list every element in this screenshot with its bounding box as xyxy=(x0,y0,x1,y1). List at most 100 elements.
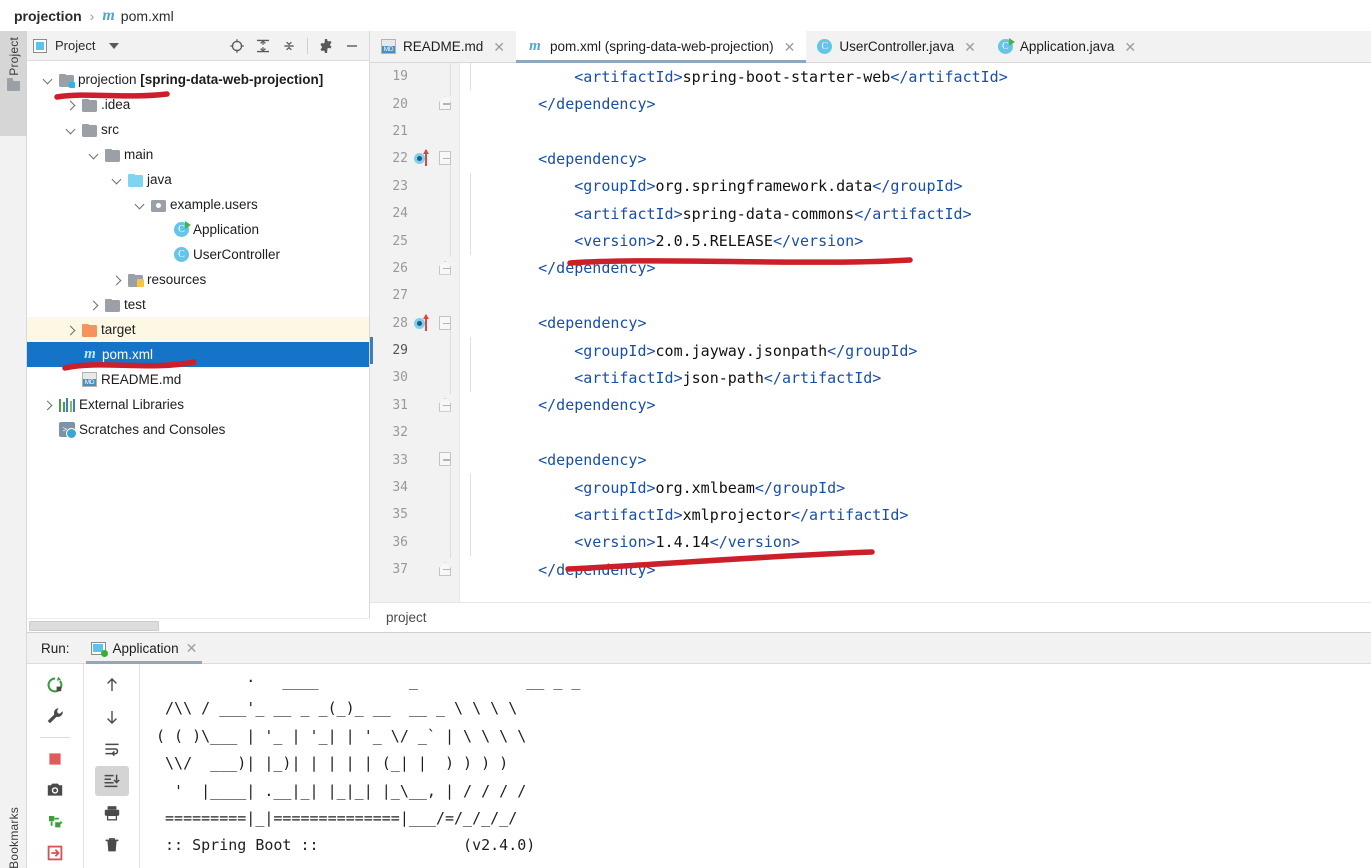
maven-update-available-icon[interactable] xyxy=(414,313,434,332)
console-output[interactable]: · ____ _ __ _ _ /\\ / ___'_ __ _ _(_)_ _… xyxy=(139,664,1371,868)
editor-tab-usercontroller-java[interactable]: C UserController.java ✕ xyxy=(806,31,987,62)
camera-snapshot-icon[interactable] xyxy=(38,775,72,805)
tree-twisty-right[interactable] xyxy=(110,273,124,287)
settings-gear-icon[interactable] xyxy=(315,35,337,57)
code-fold-down-icon[interactable] xyxy=(439,452,451,467)
breadcrumb-project[interactable]: projection xyxy=(14,8,82,24)
indent-guide xyxy=(470,199,471,228)
tree-item-scratches-and-consoles[interactable]: >_ Scratches and Consoles xyxy=(27,417,369,442)
close-icon[interactable]: ✕ xyxy=(964,40,976,54)
xml-tag: </dependency> xyxy=(538,95,656,114)
editor-breadcrumb[interactable]: project xyxy=(370,602,1371,632)
run-toolbar-left-column xyxy=(27,664,83,868)
tree-twisty-right[interactable] xyxy=(41,398,55,412)
fold-marker-shape xyxy=(439,151,451,166)
tree-item-pom-xml[interactable]: m pom.xml xyxy=(27,342,369,367)
tree-item-java[interactable]: java xyxy=(27,167,369,192)
code-fold-up-icon[interactable] xyxy=(439,397,451,413)
indent-guide xyxy=(470,473,471,502)
tree-twisty-right[interactable] xyxy=(64,323,78,337)
xml-tag: </groupId> xyxy=(827,341,918,360)
tree-item-usercontroller[interactable]: C UserController xyxy=(27,242,369,267)
editor[interactable]: 19 20 21 22 23 24 25 26 27 28 29 30 31 32 33 34 35 36 37 <… xyxy=(370,63,1371,602)
sidebar-tab-project[interactable]: Project xyxy=(0,31,27,136)
tree-item-resources[interactable]: resources xyxy=(27,267,369,292)
tree-item-main[interactable]: main xyxy=(27,142,369,167)
tree-item-idea[interactable]: .idea xyxy=(27,92,369,117)
tree-twisty-right[interactable] xyxy=(64,98,78,112)
tree-twisty-down[interactable] xyxy=(41,73,55,87)
gutter-row: 24 xyxy=(370,200,460,227)
tree-twisty-down[interactable] xyxy=(133,198,147,212)
down-arrow-icon[interactable] xyxy=(95,702,129,732)
tree-item-test[interactable]: test xyxy=(27,292,369,317)
code-fold-up-icon[interactable] xyxy=(439,562,451,577)
code-fold-down-icon[interactable] xyxy=(439,315,451,331)
soft-wrap-icon[interactable] xyxy=(95,734,129,764)
maven-update-available-icon[interactable] xyxy=(414,149,434,167)
sidebar-tab-bookmarks[interactable]: Bookmarks xyxy=(0,801,27,868)
thread-dump-icon[interactable] xyxy=(38,807,72,837)
run-tab-application[interactable]: Application ✕ xyxy=(82,633,207,664)
tree-twisty-down[interactable] xyxy=(87,148,101,162)
markdown-file-icon: MD xyxy=(82,372,97,387)
tree-item-external-libraries[interactable]: External Libraries xyxy=(27,392,369,417)
clear-all-icon[interactable] xyxy=(95,830,129,860)
xml-text: 2.0.5.RELEASE xyxy=(655,232,773,251)
stop-icon[interactable] xyxy=(38,744,72,774)
tree-item-label: resources xyxy=(147,272,207,287)
code-fold-up-icon[interactable] xyxy=(439,260,451,276)
rerun-icon[interactable] xyxy=(38,670,72,700)
scroll-to-end-icon[interactable] xyxy=(94,766,129,796)
xml-tag: </dependency> xyxy=(538,560,656,579)
xml-tag: </artifactId> xyxy=(791,505,909,524)
editor-tab-label: UserController.java xyxy=(839,39,955,54)
tree-item-example-users[interactable]: example.users xyxy=(27,192,369,217)
run-toolbar xyxy=(27,664,139,868)
tree-item-projection[interactable]: projection [spring-data-web-projection] xyxy=(27,67,369,92)
editor-tab-bar[interactable]: MD README.md ✕ m pom.xml (spring-data-web-pr… xyxy=(370,31,1371,63)
expand-all-icon[interactable] xyxy=(252,35,274,57)
print-icon[interactable] xyxy=(95,798,129,828)
editor-tab-application-java[interactable]: C Application.java ✕ xyxy=(986,31,1148,62)
code-fold-up-icon[interactable] xyxy=(439,96,451,111)
collapse-all-icon[interactable] xyxy=(278,35,300,57)
source-folder-icon xyxy=(128,173,143,187)
line-number: 37 xyxy=(392,562,408,578)
locate-icon[interactable] xyxy=(226,35,248,57)
code-fold-down-icon[interactable] xyxy=(439,151,451,166)
xml-text: json-path xyxy=(682,368,764,387)
tree-twisty-down[interactable] xyxy=(64,123,78,137)
editor-gutter[interactable]: 19 20 21 22 23 24 25 26 27 28 29 30 31 32 33 34 35 36 37 xyxy=(370,63,460,602)
scrollbar-thumb[interactable] xyxy=(29,621,159,631)
up-arrow-icon[interactable] xyxy=(95,670,129,700)
xml-tag: </artifactId> xyxy=(890,67,1008,86)
editor-tab-readme-md[interactable]: MD README.md ✕ xyxy=(370,31,516,62)
hide-panel-icon[interactable] xyxy=(341,35,363,57)
tree-item-readme-md[interactable]: MD README.md xyxy=(27,367,369,392)
tree-twisty-right[interactable] xyxy=(87,298,101,312)
editor-code-area[interactable]: <artifactId> spring-boot-starter-web </art… xyxy=(460,63,1371,602)
chevron-down-icon[interactable] xyxy=(109,42,120,49)
breadcrumb-file[interactable]: pom.xml xyxy=(121,8,174,24)
tree-item-src[interactable]: src xyxy=(27,117,369,142)
wrench-settings-icon[interactable] xyxy=(38,702,72,732)
close-icon[interactable]: ✕ xyxy=(186,640,198,657)
tree-item-target[interactable]: target xyxy=(27,317,369,342)
project-horizontal-scrollbar[interactable] xyxy=(27,618,370,632)
close-icon[interactable]: ✕ xyxy=(493,40,505,54)
export-icon[interactable] xyxy=(38,838,72,868)
xml-text: spring-data-commons xyxy=(682,204,855,223)
tree-item-application[interactable]: C Application xyxy=(27,217,369,242)
tree-twisty-down[interactable] xyxy=(110,173,124,187)
editor-tab-pom-xml[interactable]: m pom.xml (spring-data-web-projection) ✕ xyxy=(516,31,807,63)
project-tree[interactable]: projection [spring-data-web-projection].… xyxy=(27,61,369,617)
java-class-icon: C xyxy=(817,39,833,54)
close-icon[interactable]: ✕ xyxy=(784,40,796,54)
close-icon[interactable]: ✕ xyxy=(1124,40,1136,54)
line-number: 24 xyxy=(392,206,408,222)
dependency-marker-center xyxy=(417,156,422,162)
